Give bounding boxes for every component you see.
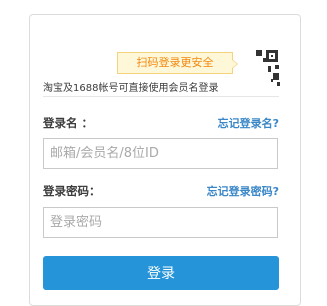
password-label: 登录密码： xyxy=(43,184,101,198)
qr-login-tip[interactable]: 扫码登录更安全 xyxy=(117,52,238,74)
forgot-password-link[interactable]: 忘记登录密码? xyxy=(207,183,279,199)
divider xyxy=(43,96,279,97)
forgot-username-link[interactable]: 忘记登录名? xyxy=(218,115,279,131)
password-input[interactable] xyxy=(43,207,278,238)
login-button[interactable]: 登录 xyxy=(43,256,279,290)
subtitle: 淘宝及1688帐号可直接使用会员名登录 xyxy=(43,83,219,94)
qr-tip-text: 扫码登录更安全 xyxy=(136,56,214,69)
username-input[interactable] xyxy=(43,138,278,169)
username-label: 登录名 ： xyxy=(43,116,94,130)
qr-code-icon[interactable] xyxy=(239,46,283,90)
